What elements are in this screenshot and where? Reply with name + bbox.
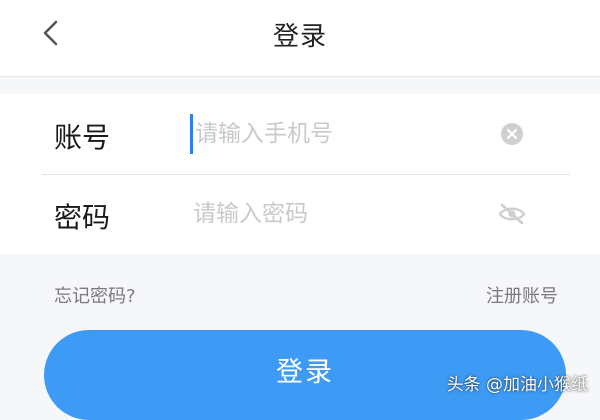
register-link[interactable]: 注册账号	[486, 282, 558, 308]
watermark: 头条 @加油小猴纸	[446, 375, 588, 395]
login-form: 账号 密码	[0, 94, 600, 254]
forgot-password-link[interactable]: 忘记密码?	[54, 282, 136, 308]
page-title: 登录	[272, 22, 327, 52]
account-label: 账号	[54, 121, 111, 154]
password-label: 密码	[54, 201, 111, 234]
clear-button[interactable]	[498, 120, 526, 148]
account-row: 账号	[42, 94, 570, 175]
header-bar: 登录	[0, 0, 600, 77]
account-input[interactable]	[190, 114, 495, 154]
toggle-visibility-button[interactable]	[498, 200, 526, 228]
password-input[interactable]	[190, 194, 493, 234]
password-row: 密码	[42, 174, 570, 254]
eye-off-icon	[498, 203, 526, 225]
clear-circle-icon	[501, 123, 523, 145]
